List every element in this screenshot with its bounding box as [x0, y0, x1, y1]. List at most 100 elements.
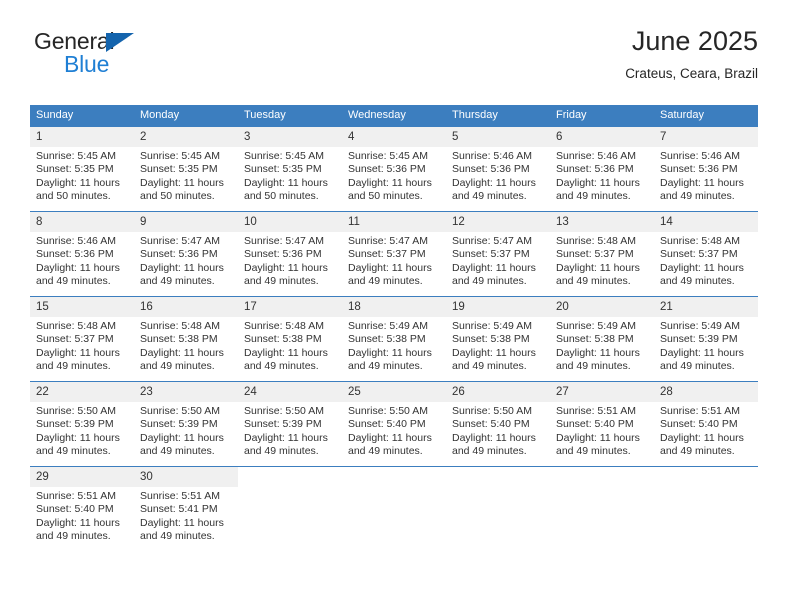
calendar-day-cell[interactable]: 22 Sunrise: 5:50 AM Sunset: 5:39 PM Dayligh… [30, 381, 134, 467]
calendar-day-cell[interactable]: 28 Sunrise: 5:51 AM Sunset: 5:40 PM Dayligh… [654, 381, 758, 467]
day-detail-sunset: Sunset: 5:35 PM [244, 163, 322, 176]
day-detail-daylight-2: and 50 minutes. [348, 190, 423, 203]
day-detail-sunset: Sunset: 5:37 PM [452, 248, 530, 261]
calendar-day-cell[interactable]: 29 Sunrise: 5:51 AM Sunset: 5:40 PM Dayligh… [30, 466, 134, 551]
calendar-week-row: 29 Sunrise: 5:51 AM Sunset: 5:40 PM Dayligh… [30, 466, 758, 551]
sunrise-sunset-calendar: Sunday Monday Tuesday Wednesday Thursday… [30, 105, 758, 551]
day-cell-inner [342, 467, 446, 551]
day-detail-daylight-1: Daylight: 11 hours [140, 431, 224, 444]
day-detail-daylight-2: and 50 minutes. [140, 190, 215, 203]
day-detail-sunset: Sunset: 5:38 PM [140, 333, 218, 346]
calendar-day-cell[interactable]: 7 Sunrise: 5:46 AM Sunset: 5:36 PM Daylight… [654, 126, 758, 212]
calendar-day-cell[interactable]: 26 Sunrise: 5:50 AM Sunset: 5:40 PM Dayligh… [446, 381, 550, 467]
logo-text-general: General [34, 28, 115, 54]
calendar-day-cell[interactable]: 1 Sunrise: 5:45 AM Sunset: 5:35 PM Daylight… [30, 126, 134, 212]
day-details: Sunrise: 5:48 AM Sunset: 5:38 PM Daylight:… [134, 317, 238, 374]
day-detail-daylight-1: Daylight: 11 hours [452, 261, 536, 274]
day-detail-sunrise: Sunrise: 5:46 AM [556, 150, 636, 162]
day-detail-daylight-2: and 49 minutes. [556, 275, 631, 288]
calendar-day-cell[interactable]: 8 Sunrise: 5:46 AM Sunset: 5:36 PM Daylight… [30, 211, 134, 297]
day-detail-sunset: Sunset: 5:40 PM [36, 503, 114, 516]
day-details: Sunrise: 5:45 AM Sunset: 5:35 PM Daylight:… [238, 147, 342, 204]
day-number: 29 [30, 467, 134, 487]
calendar-day-cell[interactable]: 5 Sunrise: 5:46 AM Sunset: 5:36 PM Daylight… [446, 126, 550, 212]
day-detail-sunset: Sunset: 5:40 PM [348, 418, 426, 431]
day-detail-sunset: Sunset: 5:36 PM [660, 163, 738, 176]
day-details: Sunrise: 5:50 AM Sunset: 5:39 PM Daylight:… [30, 402, 134, 459]
weekday-header-thursday: Thursday [446, 105, 550, 127]
day-cell-inner: 2 Sunrise: 5:45 AM Sunset: 5:35 PM Daylight… [134, 127, 238, 211]
calendar-day-cell[interactable]: 30 Sunrise: 5:51 AM Sunset: 5:41 PM Dayligh… [134, 466, 238, 551]
calendar-day-cell[interactable]: 9 Sunrise: 5:47 AM Sunset: 5:36 PM Daylight… [134, 211, 238, 297]
day-details: Sunrise: 5:50 AM Sunset: 5:40 PM Daylight:… [342, 402, 446, 459]
day-detail-sunrise: Sunrise: 5:50 AM [244, 405, 324, 417]
day-cell-inner: 21 Sunrise: 5:49 AM Sunset: 5:39 PM Dayligh… [654, 297, 758, 381]
calendar-empty-cell [342, 466, 446, 551]
calendar-day-cell[interactable]: 2 Sunrise: 5:45 AM Sunset: 5:35 PM Daylight… [134, 126, 238, 212]
day-number: 23 [134, 382, 238, 402]
day-details: Sunrise: 5:48 AM Sunset: 5:37 PM Daylight:… [30, 317, 134, 374]
day-number: 7 [654, 127, 758, 147]
calendar-empty-cell [550, 466, 654, 551]
calendar-day-cell[interactable]: 15 Sunrise: 5:48 AM Sunset: 5:37 PM Dayligh… [30, 296, 134, 382]
day-details: Sunrise: 5:50 AM Sunset: 5:39 PM Daylight:… [238, 402, 342, 459]
general-blue-logo[interactable]: General Blue [34, 28, 224, 86]
day-cell-inner: 17 Sunrise: 5:48 AM Sunset: 5:38 PM Dayligh… [238, 297, 342, 381]
day-detail-daylight-1: Daylight: 11 hours [660, 431, 744, 444]
day-number: 9 [134, 212, 238, 232]
calendar-day-cell[interactable]: 20 Sunrise: 5:49 AM Sunset: 5:38 PM Dayligh… [550, 296, 654, 382]
calendar-day-cell[interactable]: 27 Sunrise: 5:51 AM Sunset: 5:40 PM Dayligh… [550, 381, 654, 467]
day-details: Sunrise: 5:49 AM Sunset: 5:38 PM Daylight:… [550, 317, 654, 374]
day-details: Sunrise: 5:48 AM Sunset: 5:38 PM Daylight:… [238, 317, 342, 374]
calendar-header: Sunday Monday Tuesday Wednesday Thursday… [30, 105, 758, 127]
calendar-day-cell[interactable]: 23 Sunrise: 5:50 AM Sunset: 5:39 PM Dayligh… [134, 381, 238, 467]
day-detail-sunrise: Sunrise: 5:47 AM [140, 235, 220, 247]
day-detail-daylight-1: Daylight: 11 hours [556, 431, 640, 444]
calendar-day-cell[interactable]: 18 Sunrise: 5:49 AM Sunset: 5:38 PM Dayligh… [342, 296, 446, 382]
day-detail-sunset: Sunset: 5:38 PM [348, 333, 426, 346]
day-number: 25 [342, 382, 446, 402]
calendar-day-cell[interactable]: 14 Sunrise: 5:48 AM Sunset: 5:37 PM Dayligh… [654, 211, 758, 297]
calendar-day-cell[interactable]: 21 Sunrise: 5:49 AM Sunset: 5:39 PM Dayligh… [654, 296, 758, 382]
day-cell-inner [238, 467, 342, 551]
calendar-week-row: 8 Sunrise: 5:46 AM Sunset: 5:36 PM Daylight… [30, 211, 758, 297]
day-detail-daylight-1: Daylight: 11 hours [140, 346, 224, 359]
day-details: Sunrise: 5:50 AM Sunset: 5:39 PM Daylight:… [134, 402, 238, 459]
weekday-header-sunday: Sunday [30, 105, 134, 127]
day-detail-sunset: Sunset: 5:38 PM [244, 333, 322, 346]
day-details: Sunrise: 5:51 AM Sunset: 5:40 PM Daylight:… [30, 487, 134, 544]
day-detail-daylight-1: Daylight: 11 hours [36, 516, 120, 529]
calendar-day-cell[interactable]: 12 Sunrise: 5:47 AM Sunset: 5:37 PM Dayligh… [446, 211, 550, 297]
day-details: Sunrise: 5:45 AM Sunset: 5:35 PM Daylight:… [134, 147, 238, 204]
calendar-day-cell[interactable]: 10 Sunrise: 5:47 AM Sunset: 5:36 PM Dayligh… [238, 211, 342, 297]
day-cell-inner: 6 Sunrise: 5:46 AM Sunset: 5:36 PM Daylight… [550, 127, 654, 211]
calendar-day-cell[interactable]: 25 Sunrise: 5:50 AM Sunset: 5:40 PM Dayligh… [342, 381, 446, 467]
day-cell-inner: 16 Sunrise: 5:48 AM Sunset: 5:38 PM Dayligh… [134, 297, 238, 381]
day-details: Sunrise: 5:46 AM Sunset: 5:36 PM Daylight:… [654, 147, 758, 204]
day-detail-daylight-2: and 49 minutes. [660, 275, 735, 288]
day-number: 26 [446, 382, 550, 402]
calendar-day-cell[interactable]: 13 Sunrise: 5:48 AM Sunset: 5:37 PM Dayligh… [550, 211, 654, 297]
day-cell-inner: 9 Sunrise: 5:47 AM Sunset: 5:36 PM Daylight… [134, 212, 238, 296]
calendar-day-cell[interactable]: 24 Sunrise: 5:50 AM Sunset: 5:39 PM Dayligh… [238, 381, 342, 467]
day-cell-inner: 5 Sunrise: 5:46 AM Sunset: 5:36 PM Daylight… [446, 127, 550, 211]
day-number: 11 [342, 212, 446, 232]
calendar-day-cell[interactable]: 4 Sunrise: 5:45 AM Sunset: 5:36 PM Daylight… [342, 126, 446, 212]
day-cell-inner: 30 Sunrise: 5:51 AM Sunset: 5:41 PM Dayligh… [134, 467, 238, 551]
day-detail-sunset: Sunset: 5:35 PM [36, 163, 114, 176]
day-number: 19 [446, 297, 550, 317]
page-subtitle: Crateus, Ceara, Brazil [625, 66, 758, 81]
calendar-day-cell[interactable]: 11 Sunrise: 5:47 AM Sunset: 5:37 PM Dayligh… [342, 211, 446, 297]
day-details: Sunrise: 5:47 AM Sunset: 5:37 PM Daylight:… [446, 232, 550, 289]
day-cell-inner: 26 Sunrise: 5:50 AM Sunset: 5:40 PM Dayligh… [446, 382, 550, 466]
day-detail-sunrise: Sunrise: 5:48 AM [660, 235, 740, 247]
calendar-day-cell[interactable]: 6 Sunrise: 5:46 AM Sunset: 5:36 PM Daylight… [550, 126, 654, 212]
day-detail-daylight-2: and 49 minutes. [556, 190, 631, 203]
calendar-day-cell[interactable]: 16 Sunrise: 5:48 AM Sunset: 5:38 PM Dayligh… [134, 296, 238, 382]
logo-top-row: General [34, 28, 224, 54]
calendar-day-cell[interactable]: 19 Sunrise: 5:49 AM Sunset: 5:38 PM Dayligh… [446, 296, 550, 382]
calendar-day-cell[interactable]: 3 Sunrise: 5:45 AM Sunset: 5:35 PM Daylight… [238, 126, 342, 212]
calendar-day-cell[interactable]: 17 Sunrise: 5:48 AM Sunset: 5:38 PM Dayligh… [238, 296, 342, 382]
day-details [238, 487, 342, 490]
day-detail-daylight-2: and 49 minutes. [452, 445, 527, 458]
